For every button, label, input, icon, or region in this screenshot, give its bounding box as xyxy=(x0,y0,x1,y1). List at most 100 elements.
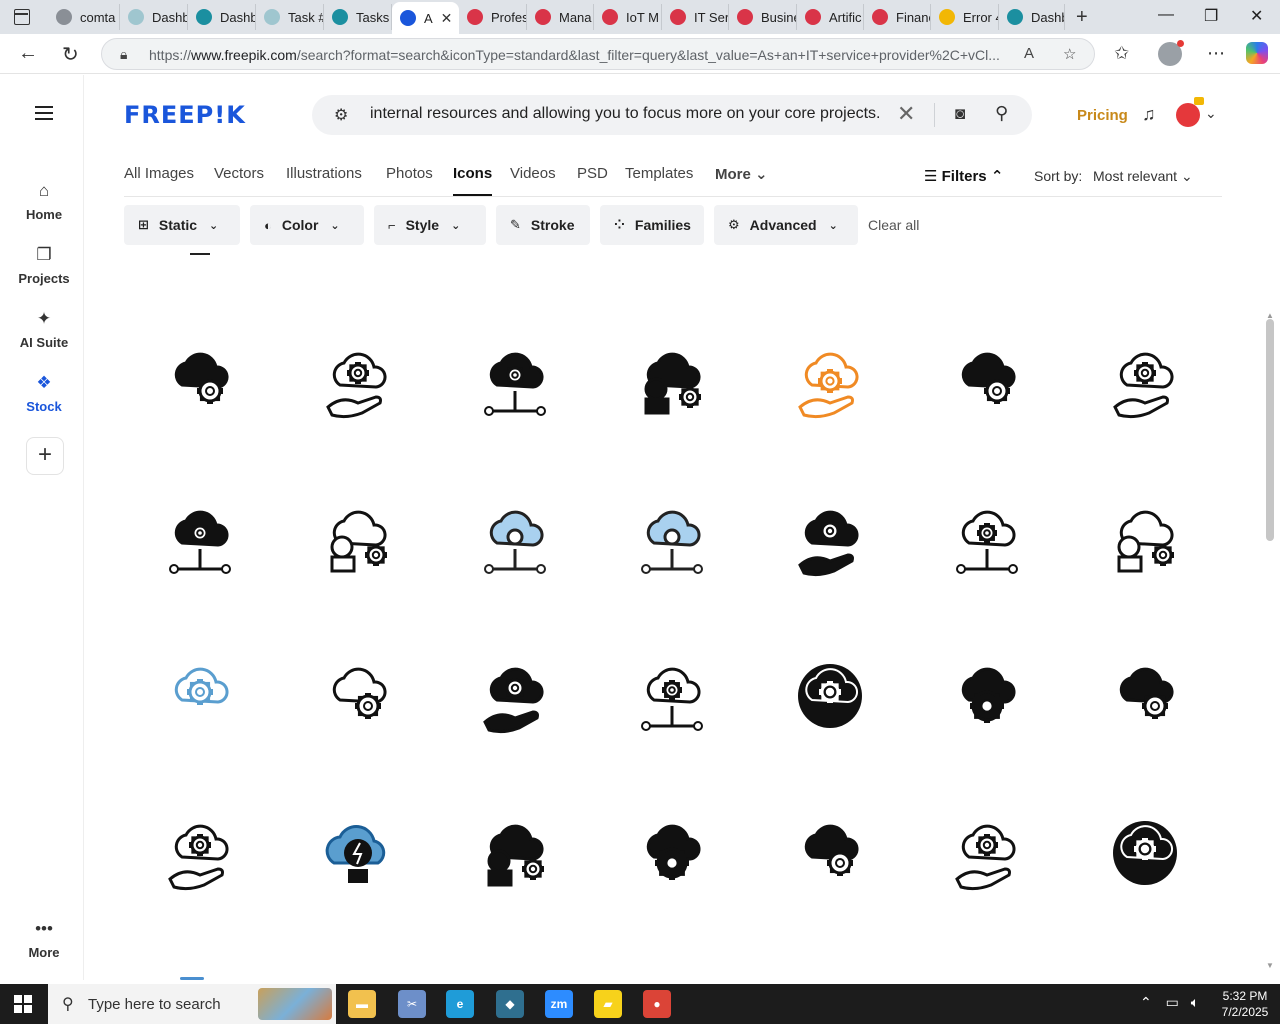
result-item[interactable] xyxy=(160,656,240,736)
snipping-tool-icon[interactable]: ✂ xyxy=(398,990,426,1018)
add-button[interactable]: + xyxy=(26,437,64,475)
result-item[interactable] xyxy=(318,813,398,893)
result-item[interactable] xyxy=(790,499,870,579)
tab-videos[interactable]: Videos xyxy=(510,165,556,182)
browser-tab[interactable]: Mana xyxy=(527,4,594,30)
browser-tab[interactable]: Error 4 xyxy=(931,4,999,30)
close-tab-icon[interactable]: ✕ xyxy=(441,10,453,27)
result-item[interactable] xyxy=(790,656,870,736)
freepik-logo[interactable]: FREEP!K xyxy=(124,101,246,129)
rail-item-ai-suite[interactable]: ✦ AI Suite xyxy=(4,309,84,350)
search-icon[interactable]: ⚲ xyxy=(995,103,1008,124)
result-item[interactable] xyxy=(632,341,712,421)
chevron-up-icon[interactable]: ⌃ xyxy=(1140,994,1152,1010)
browser-tab[interactable]: IT Ser xyxy=(662,4,729,30)
result-item[interactable] xyxy=(632,656,712,736)
user-avatar[interactable] xyxy=(1176,97,1204,127)
result-item[interactable] xyxy=(790,813,870,893)
file-explorer-icon[interactable]: ▬ xyxy=(348,990,376,1018)
rail-item-home[interactable]: ⌂ Home xyxy=(4,181,84,222)
minimize-icon[interactable]: — xyxy=(1158,6,1174,24)
result-item[interactable] xyxy=(1105,341,1185,421)
browser-profile-avatar[interactable] xyxy=(1158,40,1184,66)
chrome-icon[interactable]: ● xyxy=(643,990,671,1018)
rail-item-projects[interactable]: ❐ Projects xyxy=(4,245,84,286)
color-filter-button[interactable]: ◐ Color ⌄ xyxy=(250,205,364,245)
tab-vectors[interactable]: Vectors xyxy=(214,165,264,182)
search-input[interactable] xyxy=(370,105,890,123)
favorites-icon[interactable]: ✩ xyxy=(1114,43,1129,64)
result-item[interactable] xyxy=(160,499,240,579)
families-filter-button[interactable]: ⁘ Families xyxy=(600,205,704,245)
app-blue-icon[interactable]: ◆ xyxy=(496,990,524,1018)
edge-icon[interactable]: e xyxy=(446,990,474,1018)
browser-tab[interactable]: Task # xyxy=(256,4,324,30)
scrollbar-thumb[interactable] xyxy=(1266,319,1274,541)
network-icon[interactable]: ▭ xyxy=(1166,994,1179,1010)
chevron-down-icon[interactable]: ⌄ xyxy=(1205,105,1217,122)
result-item[interactable] xyxy=(632,499,712,579)
tab-psd[interactable]: PSD xyxy=(577,165,608,182)
site-info-icon[interactable]: 🔒︎ xyxy=(120,46,127,63)
browser-tab[interactable]: Artific xyxy=(797,4,864,30)
filters-button[interactable]: ☰ Filters ⌃ xyxy=(924,167,1003,185)
back-icon[interactable]: ← xyxy=(18,42,38,65)
advanced-filter-button[interactable]: ⚙︎ Advanced ⌄ xyxy=(714,205,858,245)
clock[interactable]: 5:32 PM 7/2/2025 xyxy=(1220,988,1270,1020)
result-item[interactable] xyxy=(318,341,398,421)
copilot-icon[interactable] xyxy=(1246,42,1268,64)
zoom-icon[interactable]: zm xyxy=(545,990,573,1018)
browser-tab[interactable]: Dashb xyxy=(120,4,188,30)
result-item[interactable] xyxy=(947,656,1027,736)
sort-dropdown[interactable]: Most relevant ⌄ xyxy=(1093,168,1193,185)
tab-all-images[interactable]: All Images xyxy=(124,165,194,182)
stroke-filter-button[interactable]: ✎ Stroke xyxy=(496,205,590,245)
system-tray[interactable]: ⌃ ▭ 🔈︎ xyxy=(1140,994,1199,1011)
result-item[interactable] xyxy=(1105,656,1185,736)
result-item[interactable] xyxy=(947,341,1027,421)
clear-all-link[interactable]: Clear all xyxy=(868,217,919,233)
style-filter-button[interactable]: ⌐ Style ⌄ xyxy=(374,205,486,245)
sticky-notes-icon[interactable]: ▰ xyxy=(594,990,622,1018)
tab-more[interactable]: More ⌄ xyxy=(715,165,768,183)
tab-actions-icon[interactable] xyxy=(14,9,30,25)
browser-tab[interactable]: comta xyxy=(48,4,120,30)
browser-tab[interactable]: Financ xyxy=(864,4,931,30)
browser-tab[interactable]: Tasks xyxy=(324,4,392,30)
bell-icon[interactable]: ♫ xyxy=(1142,104,1156,125)
result-item[interactable] xyxy=(475,813,555,893)
result-item[interactable] xyxy=(947,813,1027,893)
result-item[interactable] xyxy=(1105,499,1185,579)
static-filter-button[interactable]: ⊞ Static ⌄ xyxy=(124,205,240,245)
scroll-down-icon[interactable]: ▼ xyxy=(1266,961,1274,970)
result-item[interactable] xyxy=(1105,813,1185,893)
pricing-link[interactable]: Pricing xyxy=(1077,107,1128,124)
browser-tab[interactable]: Dashb xyxy=(999,4,1065,30)
rail-item-more[interactable]: ••• More xyxy=(4,919,84,960)
rail-item-stock[interactable]: ❖ Stock xyxy=(4,373,84,414)
result-item[interactable] xyxy=(318,656,398,736)
reload-icon[interactable]: ↻ xyxy=(62,42,79,67)
result-item[interactable] xyxy=(475,341,555,421)
browser-tab[interactable]: IoT M xyxy=(594,4,662,30)
tab-templates[interactable]: Templates xyxy=(625,165,693,182)
new-tab-icon[interactable]: + xyxy=(1076,6,1088,29)
browser-tab[interactable]: Busine xyxy=(729,4,797,30)
close-window-icon[interactable]: ✕ xyxy=(1250,6,1263,26)
result-item[interactable] xyxy=(790,341,870,421)
result-item[interactable] xyxy=(318,499,398,579)
result-item[interactable] xyxy=(160,813,240,893)
tab-photos[interactable]: Photos xyxy=(386,165,433,182)
result-item[interactable] xyxy=(632,813,712,893)
search-mode-icon[interactable]: ⚙︎ xyxy=(334,105,348,125)
result-item[interactable] xyxy=(475,656,555,736)
browser-tab[interactable]: A ✕ xyxy=(392,2,459,34)
read-aloud-icon[interactable]: A xyxy=(1024,45,1034,62)
url-text[interactable]: https://www.freepik.com/search?format=se… xyxy=(149,47,1009,63)
result-item[interactable] xyxy=(947,499,1027,579)
browser-menu-icon[interactable]: ⋯ xyxy=(1207,43,1225,64)
result-item[interactable] xyxy=(160,341,240,421)
hamburger-menu-icon[interactable] xyxy=(35,106,53,120)
clear-search-icon[interactable]: ✕ xyxy=(897,101,915,127)
taskbar-search-box[interactable]: ⚲ Type here to search xyxy=(48,984,336,1024)
